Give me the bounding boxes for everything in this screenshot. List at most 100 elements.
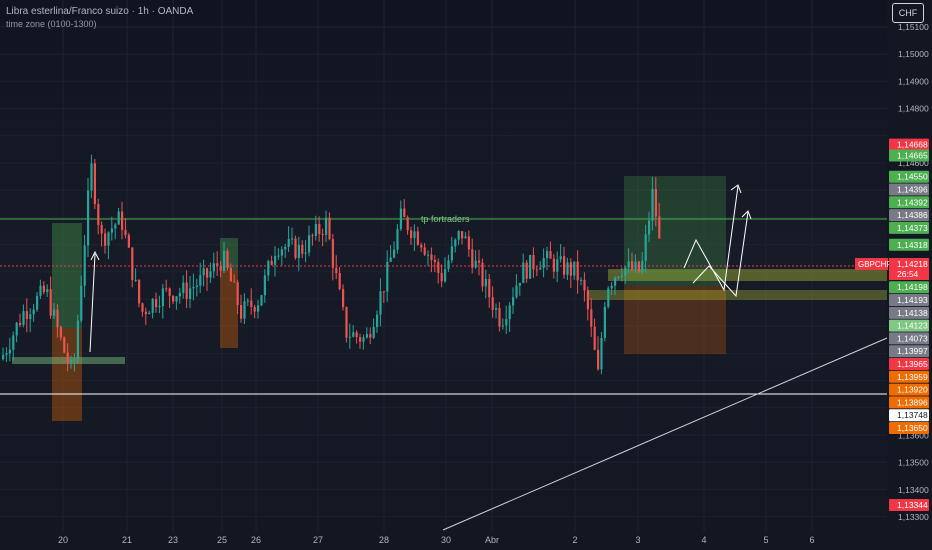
- candle: [110, 228, 113, 233]
- price-label-text: 1,14073: [897, 333, 928, 343]
- candle: [580, 279, 583, 281]
- candle: [481, 262, 484, 287]
- candle: [141, 303, 144, 312]
- candle: [501, 325, 504, 327]
- candle: [182, 282, 185, 294]
- price-label-text: 1,14373: [897, 223, 928, 233]
- candle: [97, 204, 100, 225]
- candle: [49, 289, 52, 316]
- price-tick-label: 1,15000: [898, 49, 929, 59]
- long-position-target-zone: [220, 238, 238, 270]
- candle: [219, 266, 222, 271]
- candle: [450, 246, 453, 261]
- candle: [651, 188, 654, 221]
- candle: [325, 217, 328, 235]
- candle: [641, 260, 644, 272]
- candle: [161, 288, 164, 307]
- candle: [498, 308, 501, 327]
- candle: [46, 289, 49, 293]
- candle: [491, 297, 494, 310]
- price-label-text: 1,14198: [897, 282, 928, 292]
- candle: [399, 208, 402, 230]
- time-tick-label: 4: [701, 535, 706, 545]
- candle: [338, 273, 341, 290]
- candle: [484, 279, 487, 287]
- candle: [124, 229, 127, 236]
- candle: [600, 337, 603, 370]
- candle: [199, 275, 202, 286]
- candle: [233, 281, 236, 283]
- candle: [291, 238, 294, 240]
- candle: [12, 335, 15, 350]
- candle: [416, 231, 419, 245]
- candle: [304, 252, 307, 254]
- price-label-text: 1,14318: [897, 240, 928, 250]
- candle: [206, 268, 209, 278]
- candle: [39, 285, 42, 296]
- candle: [25, 311, 28, 320]
- candle: [148, 312, 151, 315]
- candle: [155, 299, 158, 308]
- price-label-text: 1,13997: [897, 346, 928, 356]
- candle: [318, 224, 321, 234]
- candle: [131, 247, 134, 281]
- candle: [447, 260, 450, 270]
- candle: [427, 254, 430, 256]
- candle: [552, 258, 555, 272]
- candle: [87, 190, 90, 246]
- time-tick-label: 3: [635, 535, 640, 545]
- price-chart[interactable]: tp fortraders 1,15100 1,15000 1,14900 1,1480…: [0, 0, 932, 550]
- candle: [369, 334, 372, 338]
- projection-arrow: [89, 253, 96, 353]
- candle: [301, 244, 304, 254]
- price-tick-label: 1,13400: [898, 485, 929, 495]
- candle: [189, 288, 192, 299]
- candle: [321, 233, 324, 235]
- candle: [359, 337, 362, 342]
- tp-annotation-label: tp fortraders: [421, 214, 470, 224]
- candle: [379, 291, 382, 315]
- time-tick-label: 20: [58, 535, 68, 545]
- currency-button[interactable]: CHF: [892, 3, 924, 23]
- candle: [121, 211, 124, 230]
- price-tick-label: 1,14900: [898, 76, 929, 86]
- candle: [29, 314, 32, 320]
- candle: [134, 279, 137, 281]
- candle: [117, 211, 120, 225]
- candle: [433, 260, 436, 262]
- candle: [80, 285, 83, 321]
- candle: [53, 309, 56, 316]
- candle: [423, 247, 426, 255]
- candle: [240, 304, 243, 319]
- candle: [270, 261, 273, 265]
- candle: [539, 267, 542, 270]
- candle: [573, 261, 576, 276]
- arrow-head: [730, 184, 742, 194]
- timezone-label: time zone (0100-1300): [6, 19, 97, 29]
- price-label-text: 1,13965: [897, 359, 928, 369]
- price-label-text: 1,14193: [897, 295, 928, 305]
- price-tick-label: 1,13300: [898, 512, 929, 522]
- candle: [127, 235, 130, 248]
- candle: [257, 305, 260, 312]
- candle: [658, 216, 661, 239]
- candle: [382, 291, 385, 293]
- price-label-text: 1,14396: [897, 185, 928, 195]
- price-label-text: 1,13920: [897, 385, 928, 395]
- candle: [617, 276, 620, 278]
- candle: [372, 327, 375, 338]
- candle: [342, 289, 345, 308]
- candle: [287, 239, 290, 247]
- candle: [559, 256, 562, 260]
- candle: [36, 295, 39, 310]
- candle: [440, 272, 443, 282]
- candle: [365, 334, 368, 338]
- candle: [297, 244, 300, 259]
- candle: [420, 244, 423, 248]
- candle: [83, 245, 86, 286]
- candle: [610, 285, 613, 289]
- candle: [5, 353, 8, 356]
- candle: [15, 322, 18, 336]
- candle: [114, 224, 117, 229]
- chart-window[interactable]: tp fortraders 1,15100 1,15000 1,14900 1,1480…: [0, 0, 932, 550]
